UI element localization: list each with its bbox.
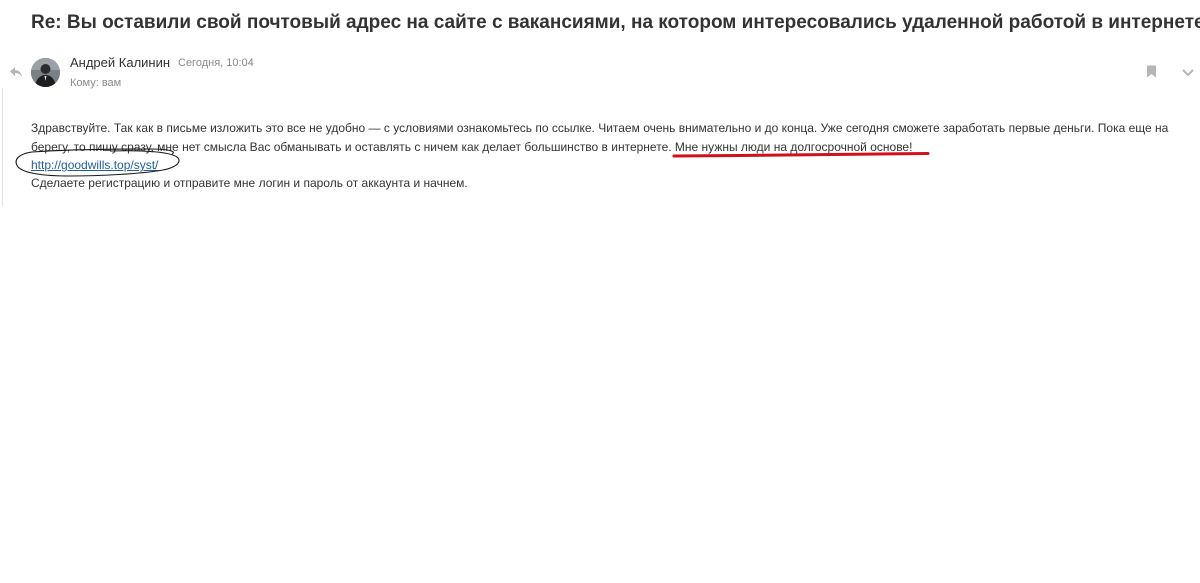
email-view: Re: Вы оставили свой почтовый адрес на с… [0,0,1200,583]
recipient-line: Кому: вам [70,77,122,89]
user-photo [31,58,60,87]
body-link-line: http://goodwills.top/syst/ [31,156,158,175]
annotation-overlay [15,148,930,177]
reply-arrow-icon[interactable] [9,66,23,78]
divider [2,88,3,206]
email-subject: Re: Вы оставили свой почтовый адрес на с… [31,12,1200,33]
more-vertical-icon[interactable] [1180,64,1196,80]
sent-date: Сегодня, 10:04 [178,57,254,69]
body-paragraph-line: берегу, то пишу сразу, мне нет смысла Ва… [31,138,912,157]
body-link[interactable]: http://goodwills.top/syst/ [31,158,158,172]
body-text: берегу, то пишу сразу, мне нет смысла Ва… [31,140,675,154]
body-paragraph-line: Сделаете регистрацию и отправите мне лог… [31,176,468,190]
body-paragraph-line: Здравствуйте. Так как в письме изложить … [31,121,1169,135]
highlighted-sentence: Мне нужны люди на долгосрочной основе! [674,140,913,154]
bookmark-icon[interactable] [1146,65,1157,78]
sender-name[interactable]: Андрей Калинин [70,55,170,70]
avatar[interactable] [31,58,60,87]
